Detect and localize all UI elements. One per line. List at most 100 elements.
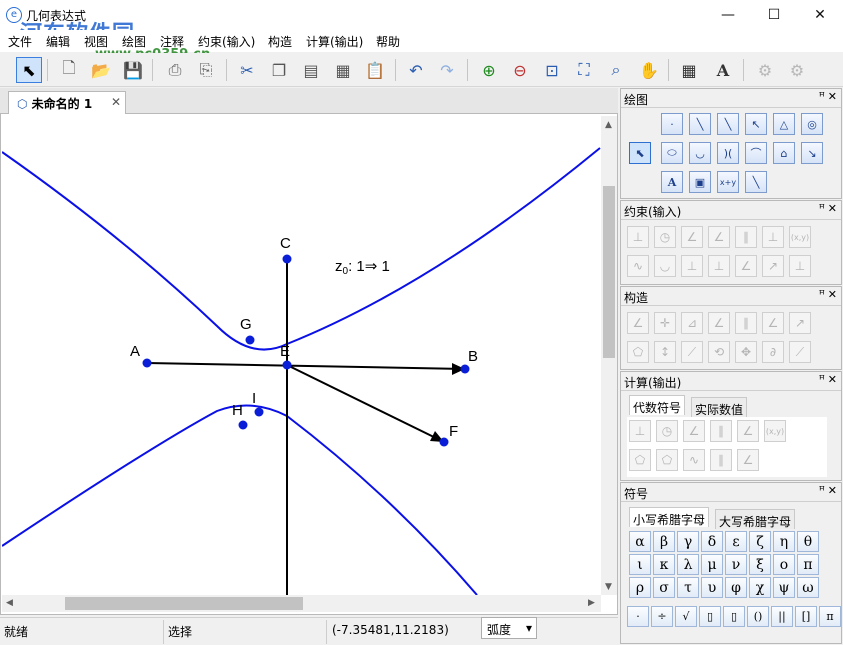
panel-close-icon[interactable]: ✕	[828, 484, 837, 497]
constraint-coords-icon[interactable]: (x,y)	[789, 226, 811, 248]
pin-icon[interactable]: ꟸ	[819, 202, 825, 215]
draw-polygon-icon[interactable]: ⌂	[773, 142, 795, 164]
vertical-scrollbar[interactable]: ▲ ▼	[601, 116, 617, 595]
greek-letter-button[interactable]: ι	[629, 554, 651, 575]
operator-button[interactable]: []	[795, 606, 817, 627]
construct-polygon-icon[interactable]: ⬠	[627, 341, 649, 363]
save-disk-icon[interactable]: 💾	[120, 57, 146, 83]
pin-icon[interactable]: ꟸ	[819, 373, 825, 386]
greek-letter-button[interactable]: η	[773, 531, 795, 552]
constraint-tangent-icon[interactable]: ◡	[654, 255, 676, 277]
select-arrow-icon[interactable]: ⬉	[16, 57, 42, 83]
calc-length-icon[interactable]: ⊥	[629, 420, 651, 442]
operator-button[interactable]: ▯	[723, 606, 745, 627]
point-e[interactable]	[282, 360, 292, 370]
vector-ab[interactable]	[146, 362, 466, 370]
calc-area-icon[interactable]: ⬠	[629, 449, 651, 471]
greek-letter-button[interactable]: ε	[725, 531, 747, 552]
constraint-curve-icon[interactable]: ⊥	[789, 255, 811, 277]
scroll-down-icon[interactable]: ▼	[605, 582, 612, 592]
point-g[interactable]	[245, 335, 255, 345]
draw-function-icon[interactable]: x+y	[717, 171, 739, 193]
horizontal-scroll-thumb[interactable]	[65, 597, 303, 610]
greek-letter-button[interactable]: υ	[701, 577, 723, 598]
draw-hyperbola-icon[interactable]: )(	[717, 142, 739, 164]
document-tab[interactable]: ⬡ 未命名的 1 ✕	[8, 91, 126, 114]
draw-circle-icon[interactable]: ◎	[801, 113, 823, 135]
hyperbola-lower-branch[interactable]	[1, 404, 478, 596]
scroll-up-icon[interactable]: ▲	[605, 120, 612, 130]
zoom-page-icon[interactable]: ⌕	[603, 57, 629, 83]
cut-scissors-icon[interactable]: ✂	[234, 57, 260, 83]
greek-letter-button[interactable]: ψ	[773, 577, 795, 598]
text-style-icon[interactable]: A	[710, 57, 736, 83]
paste-special-icon[interactable]: ▤	[298, 57, 324, 83]
constraint-length-icon[interactable]: ⊥	[627, 226, 649, 248]
horizontal-scrollbar[interactable]: ◀ ▶	[2, 595, 601, 612]
angle-unit-select[interactable]: 弧度 ▾	[481, 617, 537, 639]
panel-close-icon[interactable]: ✕	[828, 373, 837, 386]
draw-curve-icon[interactable]: ╲	[745, 171, 767, 193]
greek-letter-button[interactable]: β	[653, 531, 675, 552]
calc-angle-icon[interactable]: ∠	[683, 420, 705, 442]
copy-icon[interactable]: ❐	[266, 57, 292, 83]
point-i[interactable]	[254, 407, 264, 417]
panel-close-icon[interactable]: ✕	[828, 90, 837, 103]
undo-icon[interactable]: ↶	[403, 57, 429, 83]
construct-region-icon[interactable]: ⟋	[789, 341, 811, 363]
scroll-right-icon[interactable]: ▶	[588, 598, 595, 608]
calc-perimeter-icon[interactable]: ⬠	[656, 449, 678, 471]
panel-close-icon[interactable]: ✕	[828, 202, 837, 215]
calc-equation-icon[interactable]: ∿	[683, 449, 705, 471]
draw-line-icon[interactable]: ╲	[689, 113, 711, 135]
constraint-equation-icon[interactable]: ∿	[627, 255, 649, 277]
point-b[interactable]	[460, 364, 470, 374]
paste-clipboard-icon[interactable]: 📋	[362, 57, 388, 83]
tab-close-icon[interactable]: ✕	[111, 95, 121, 109]
constraint-radius-icon[interactable]: ◷	[654, 226, 676, 248]
construct-dilate-icon[interactable]: ⟲	[708, 341, 730, 363]
tab-lowercase-greek[interactable]: 小写希腊字母	[629, 507, 710, 527]
pan-hand-icon[interactable]: ✋	[636, 57, 662, 83]
greek-letter-button[interactable]: σ	[653, 577, 675, 598]
close-button[interactable]: ✕	[797, 0, 843, 30]
point-f[interactable]	[439, 437, 449, 447]
greek-letter-button[interactable]: ξ	[749, 554, 771, 575]
operator-button[interactable]: √	[675, 606, 697, 627]
constraint-angle-icon[interactable]: ∠	[681, 226, 703, 248]
construct-curve-icon[interactable]: ∂	[762, 341, 784, 363]
print-preview-icon[interactable]: ⎘	[193, 57, 219, 83]
maximize-button[interactable]: ☐	[751, 0, 797, 30]
pin-icon[interactable]: ꟸ	[819, 484, 825, 497]
print-icon[interactable]: ⎙	[162, 57, 188, 83]
pin-icon[interactable]: ꟸ	[819, 288, 825, 301]
settings-gear-2-icon[interactable]: ⚙	[784, 57, 810, 83]
greek-letter-button[interactable]: ω	[797, 577, 819, 598]
greek-letter-button[interactable]: ο	[773, 554, 795, 575]
greek-letter-button[interactable]: α	[629, 531, 651, 552]
menu-file[interactable]: 文件	[8, 33, 32, 51]
constraint-proportion-icon[interactable]: ⊥	[708, 255, 730, 277]
scroll-left-icon[interactable]: ◀	[6, 598, 13, 608]
draw-vector-icon[interactable]: ↖	[745, 113, 767, 135]
calc-implicit-icon[interactable]: ∥	[710, 449, 732, 471]
point-c[interactable]	[282, 254, 292, 264]
settings-gear-icon[interactable]: ⚙	[752, 57, 778, 83]
draw-ray-icon[interactable]: ╲	[717, 113, 739, 135]
greek-letter-button[interactable]: μ	[701, 554, 723, 575]
calc-direction-icon[interactable]: ∠	[737, 420, 759, 442]
vertical-scroll-thumb[interactable]	[603, 186, 615, 358]
operator-button[interactable]: ▯	[699, 606, 721, 627]
greek-letter-button[interactable]: ν	[725, 554, 747, 575]
redo-icon[interactable]: ↷	[434, 57, 460, 83]
calc-parametric-icon[interactable]: ∠	[737, 449, 759, 471]
tab-uppercase-greek[interactable]: 大写希腊字母	[715, 509, 796, 529]
zoom-fit-icon[interactable]: ⛶	[571, 57, 597, 83]
construct-midpoint-icon[interactable]: ∠	[627, 312, 649, 334]
constraint-parallel-icon[interactable]: ∥	[735, 226, 757, 248]
point-h[interactable]	[238, 420, 248, 430]
draw-locus-icon[interactable]: ↘	[801, 142, 823, 164]
minimize-button[interactable]: —	[705, 0, 751, 30]
construct-bisector-icon[interactable]: ∥	[735, 312, 757, 334]
panel-close-icon[interactable]: ✕	[828, 288, 837, 301]
